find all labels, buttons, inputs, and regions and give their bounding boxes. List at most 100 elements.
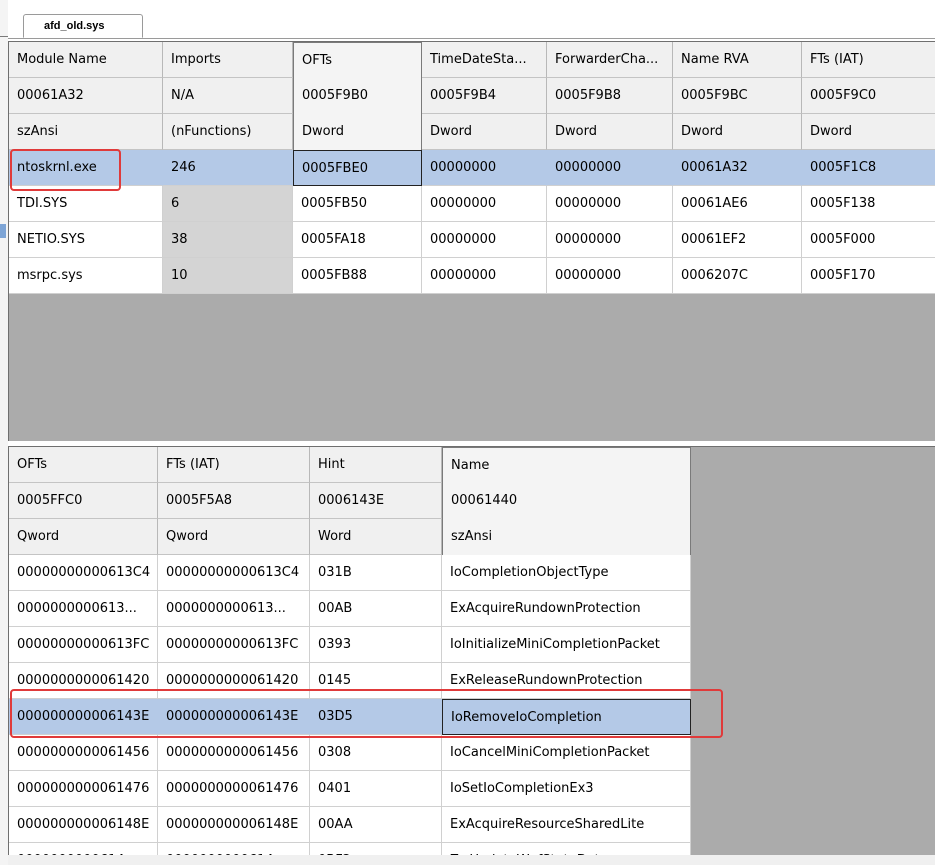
fts-iat-cell[interactable]: 000000000006143E [158,699,310,735]
forwarderchain-cell[interactable]: 00000000 [547,222,673,258]
fts-iat-cell[interactable]: 00000000000613C4 [158,555,310,591]
ofts-cell[interactable]: 0005FB88 [293,258,422,294]
imports-count-cell[interactable]: 6 [163,186,293,222]
hint-cell[interactable]: 00AA [310,807,442,843]
table-row[interactable]: NETIO.SYS 38 0005FA18 00000000 00000000 … [9,222,935,258]
horizontal-scrollbar[interactable] [8,855,935,865]
ofts-cell[interactable]: 0005FBE0 [293,150,422,186]
function-name-cell[interactable]: ExAcquireRundownProtection [442,591,691,627]
forwarderchain-cell[interactable]: 00000000 [547,258,673,294]
column-header-ofts[interactable]: OFTs [9,447,158,483]
forwarderchain-cell[interactable]: 00000000 [547,150,673,186]
fts-iat-cell[interactable]: 00000000000613FC [158,627,310,663]
name-rva-cell[interactable]: 00061A32 [673,150,802,186]
function-name-cell[interactable]: ExAcquireResourceSharedLite [442,807,691,843]
ofts-cell[interactable]: 0000000000061420 [9,663,158,699]
type-cell: szAnsi [9,114,163,150]
fts-iat-cell[interactable]: 0005F170 [802,258,935,294]
name-rva-cell[interactable]: 00061EF2 [673,222,802,258]
ofts-cell[interactable]: 0000000000061456 [9,735,158,771]
column-header-hint[interactable]: Hint [310,447,442,483]
left-pane-edge [0,0,8,865]
hint-cell[interactable]: 03D5 [310,699,442,735]
table-row[interactable]: 0000000000613... 0000000000613... 00AB E… [9,591,691,627]
fts-iat-cell[interactable]: 000000000006148E [158,807,310,843]
fts-iat-cell[interactable]: 0000000000061456 [158,735,310,771]
column-header-name-rva[interactable]: Name RVA [673,42,802,78]
imports-header-row: Module Name Imports OFTs TimeDateSta... … [9,42,935,78]
fts-iat-cell[interactable]: 0000000000061476 [158,771,310,807]
function-name-cell[interactable]: ExReleaseRundownProtection [442,663,691,699]
imports-count-cell[interactable]: 10 [163,258,293,294]
fts-iat-cell[interactable]: 0005F1C8 [802,150,935,186]
tab-afd-old-sys[interactable]: afd_old.sys [23,14,143,38]
ofts-cell[interactable]: 0005FB50 [293,186,422,222]
type-cell: Qword [158,519,310,555]
fts-iat-cell[interactable]: 0000000000613... [158,591,310,627]
function-name-cell[interactable]: IoInitializeMiniCompletionPacket [442,627,691,663]
type-cell: Qword [9,519,158,555]
column-header-ofts[interactable]: OFTs [293,42,422,78]
table-row[interactable]: TDI.SYS 6 0005FB50 00000000 00000000 000… [9,186,935,222]
function-name-cell[interactable]: IoSetIoCompletionEx3 [442,771,691,807]
hint-cell[interactable]: 0145 [310,663,442,699]
module-name-cell[interactable]: TDI.SYS [9,186,163,222]
name-rva-cell[interactable]: 00061AE6 [673,186,802,222]
table-row[interactable]: 000000000006143E 000000000006143E 03D5 I… [9,699,691,735]
type-cell: Dword [802,114,935,150]
hint-cell[interactable]: 00AB [310,591,442,627]
ofts-cell[interactable]: 0000000000613... [9,591,158,627]
tab-bar: afd_old.sys [8,0,935,39]
function-name-cell[interactable]: IoCancelMiniCompletionPacket [442,735,691,771]
table-row[interactable]: 00000000000613FC 00000000000613FC 0393 I… [9,627,691,663]
hint-cell[interactable]: 0401 [310,771,442,807]
ofts-cell[interactable]: 000000000006148E [9,807,158,843]
table-row[interactable]: 0000000000061476 0000000000061476 0401 I… [9,771,691,807]
fts-iat-cell[interactable]: 0005F138 [802,186,935,222]
timedatestamp-cell[interactable]: 00000000 [422,258,547,294]
column-header-fts-iat[interactable]: FTs (IAT) [802,42,935,78]
timedatestamp-cell[interactable]: 00000000 [422,150,547,186]
table-row[interactable]: 0000000000061420 0000000000061420 0145 E… [9,663,691,699]
functions-panel: OFTs FTs (IAT) Hint Name 0005FFC0 0005F5… [8,446,935,865]
column-header-module-name[interactable]: Module Name [9,42,163,78]
table-row[interactable]: 00000000000613C4 00000000000613C4 031B I… [9,555,691,591]
column-header-timedatestamp[interactable]: TimeDateSta... [422,42,547,78]
offset-cell: 0005F5A8 [158,483,310,519]
module-name-cell[interactable]: msrpc.sys [9,258,163,294]
imports-count-cell[interactable]: 246 [163,150,293,186]
ofts-cell[interactable]: 00000000000613C4 [9,555,158,591]
offset-cell: 0005F9B0 [293,78,422,114]
fts-iat-cell[interactable]: 0005F000 [802,222,935,258]
type-cell: (nFunctions) [163,114,293,150]
table-row[interactable]: 0000000000061456 0000000000061456 0308 I… [9,735,691,771]
ofts-cell[interactable]: 000000000006143E [9,699,158,735]
offset-cell: 0005F9C0 [802,78,935,114]
app-window: afd_old.sys Module Name Imports OFTs Tim… [0,0,935,865]
fts-iat-cell[interactable]: 0000000000061420 [158,663,310,699]
column-header-imports[interactable]: Imports [163,42,293,78]
column-header-forwarderchain[interactable]: ForwarderCha... [547,42,673,78]
function-name-cell[interactable]: IoRemoveIoCompletion [442,699,691,735]
timedatestamp-cell[interactable]: 00000000 [422,222,547,258]
column-header-name[interactable]: Name [442,447,691,483]
ofts-cell[interactable]: 0005FA18 [293,222,422,258]
table-row[interactable]: ntoskrnl.exe 246 0005FBE0 00000000 00000… [9,150,935,186]
forwarderchain-cell[interactable]: 00000000 [547,186,673,222]
function-name-cell[interactable]: IoCompletionObjectType [442,555,691,591]
functions-type-row: Qword Qword Word szAnsi [9,519,691,555]
table-row[interactable]: msrpc.sys 10 0005FB88 00000000 00000000 … [9,258,935,294]
column-header-fts-iat[interactable]: FTs (IAT) [158,447,310,483]
hint-cell[interactable]: 0308 [310,735,442,771]
hint-cell[interactable]: 0393 [310,627,442,663]
timedatestamp-cell[interactable]: 00000000 [422,186,547,222]
table-row[interactable]: 000000000006148E 000000000006148E 00AA E… [9,807,691,843]
imports-count-cell[interactable]: 38 [163,222,293,258]
offset-cell: 0005F9B8 [547,78,673,114]
hint-cell[interactable]: 031B [310,555,442,591]
ofts-cell[interactable]: 00000000000613FC [9,627,158,663]
module-name-cell[interactable]: NETIO.SYS [9,222,163,258]
module-name-cell[interactable]: ntoskrnl.exe [9,150,163,186]
name-rva-cell[interactable]: 0006207C [673,258,802,294]
ofts-cell[interactable]: 0000000000061476 [9,771,158,807]
